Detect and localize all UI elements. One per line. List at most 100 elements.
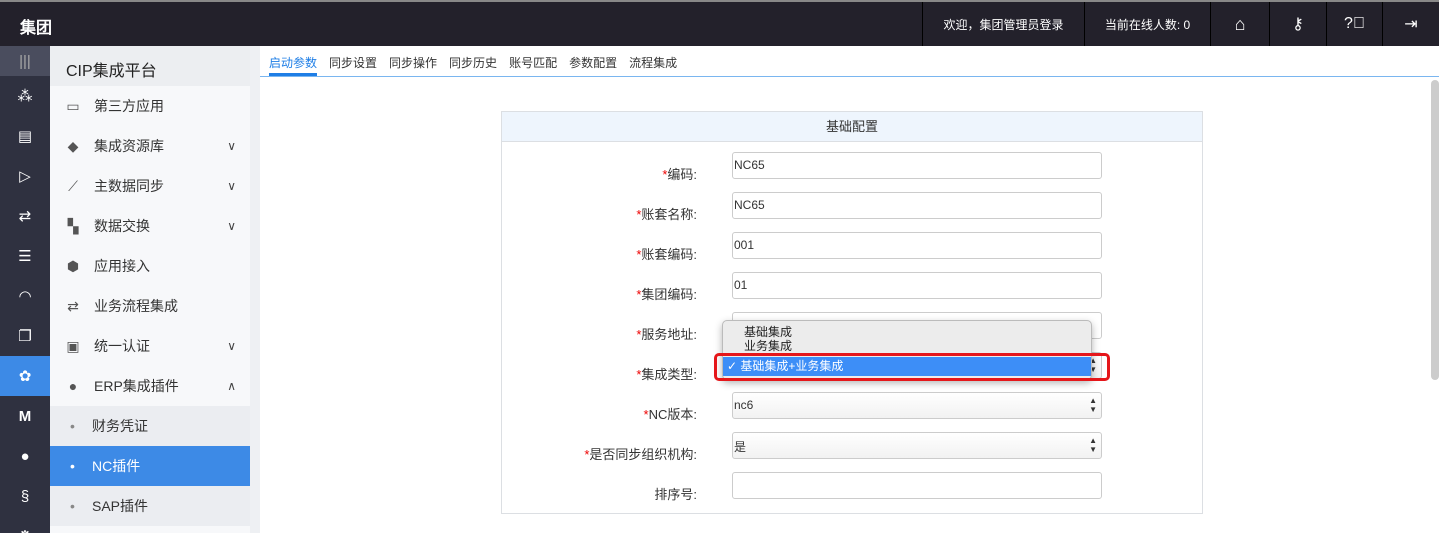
field-label: *账套名称: (636, 204, 697, 223)
panel-title: 基础配置 (502, 112, 1202, 142)
field-label: *服务地址: (636, 324, 697, 343)
submenu-label: NC插件 (92, 458, 141, 474)
chevron-icon[interactable]: ∧ (227, 379, 236, 393)
menu-item[interactable]: ⇄ 业务流程集成 (50, 286, 250, 326)
label-text: NC版本: (648, 407, 697, 422)
home-icon[interactable]: ⌂ (1210, 2, 1269, 46)
menu-item[interactable]: ▣ 统一认证 ∨ (50, 326, 250, 366)
label-text: 集团编码: (641, 287, 697, 302)
field-label: *是否同步组织机构: (584, 444, 697, 463)
menu-item-label: 数据交换 (94, 218, 150, 234)
tab[interactable]: 同步设置 (329, 46, 377, 76)
dropdown-option[interactable]: 基础集成 (723, 325, 1091, 339)
wechat-icon[interactable]: ● (0, 436, 50, 476)
menu-item-label: 统一认证 (94, 338, 150, 354)
scrollbar[interactable] (1431, 80, 1439, 380)
select-arrows-icon: ▲ ▼ (1089, 436, 1097, 454)
field-value: 是 (734, 440, 747, 454)
text-input[interactable]: 001 (732, 232, 1102, 259)
bullet-icon: • (70, 498, 75, 514)
line-chart-icon: ⟋ (68, 177, 78, 194)
document-icon[interactable]: ❐ (0, 316, 50, 356)
field-label: *集团编码: (636, 284, 697, 303)
form-row: *账套名称: NC65 (502, 192, 1202, 232)
tab[interactable]: 账号匹配 (509, 46, 557, 76)
tab[interactable]: 同步操作 (389, 46, 437, 76)
tab[interactable]: 启动参数 (269, 46, 318, 76)
select-arrows-icon: ▲ ▼ (1089, 396, 1097, 414)
s-logo-icon[interactable]: § (0, 476, 50, 516)
exchange-icon: ▚ (67, 217, 79, 234)
org-tree-icon[interactable]: ⁂ (0, 76, 50, 116)
submenu-item[interactable]: • SAP插件 (50, 486, 250, 526)
menu-item[interactable]: ▭ 第三方应用 (50, 86, 250, 126)
flow-icon[interactable]: ⇄ (0, 196, 50, 236)
label-text: 账套编码: (641, 247, 697, 262)
chevron-icon[interactable]: ∨ (227, 179, 236, 193)
text-input[interactable]: NC65 (732, 192, 1102, 219)
text-input[interactable] (732, 472, 1102, 499)
label-text: 是否同步组织机构: (589, 447, 697, 462)
form-row: *账套编码: 001 (502, 232, 1202, 272)
tab[interactable]: 流程集成 (629, 46, 677, 76)
menu-item[interactable]: ▚ 数据交换 ∨ (50, 206, 250, 246)
field-value: NC65 (734, 198, 765, 212)
tab[interactable]: 参数配置 (569, 46, 617, 76)
field-value: 01 (734, 278, 748, 292)
dashboard-icon[interactable]: ◠ (0, 276, 50, 316)
bullet-icon: • (70, 458, 75, 474)
bullet-icon: • (70, 418, 75, 434)
field-value: nc6 (734, 398, 754, 412)
dropdown-option[interactable]: 业务集成 (723, 339, 1091, 353)
menu-item[interactable]: ⬢ 应用接入 (50, 246, 250, 286)
form-row: *NC版本: nc6 ▲ ▼ (502, 392, 1202, 432)
menu-item-label: 第三方应用 (94, 98, 164, 114)
label-text: 账套名称: (641, 207, 697, 222)
field-label: *编码: (662, 164, 697, 183)
settings-panel-icon[interactable]: ▤ (0, 116, 50, 156)
chevron-icon[interactable]: ∨ (227, 339, 236, 353)
send-icon[interactable]: ▷ (0, 156, 50, 196)
form-row: *编码: NC65 (502, 152, 1202, 192)
text-input[interactable]: 01 (732, 272, 1102, 299)
submenu-item[interactable]: • NC插件 (50, 446, 250, 486)
menu-item[interactable]: ⟋ 主数据同步 ∨ (50, 166, 250, 206)
highlight-box (714, 353, 1110, 381)
menu-item-label: 业务流程集成 (94, 298, 178, 314)
label-text: 编码: (667, 167, 697, 182)
chevron-icon[interactable]: ∨ (227, 139, 236, 153)
side-menu: CIP集成平台 ▭ 第三方应用 ◆ 集成资源库 ∨ ⟋ 主数据同步 ∨ ▚ 数据交换 ∨ ⬢ 应用接入 ⇄… (50, 46, 250, 533)
field-value: NC65 (734, 158, 765, 172)
menu-item[interactable]: ◆ 集成资源库 ∨ (50, 126, 250, 166)
menu-title: CIP集成平台 (50, 46, 250, 86)
flow-icon: ⇄ (67, 297, 79, 314)
text-input[interactable]: NC65 (732, 152, 1102, 179)
tab[interactable]: 同步历史 (449, 46, 497, 76)
icon-rail: ||| ⁂ ▤ ▷ ⇄ ☰ ◠ ❐ ✿ M ● § ⚙ (0, 46, 50, 545)
cube-icon: ⬢ (66, 257, 80, 274)
chevron-icon[interactable]: ∨ (227, 219, 236, 233)
m-icon[interactable]: M (0, 396, 50, 436)
menu-icon[interactable]: ||| (0, 46, 50, 76)
gear-icon[interactable]: ⚙ (0, 516, 50, 556)
brand: 集团 (20, 20, 53, 37)
basic-config-panel: 基础配置 *编码: NC65 *账套名称: NC65 *账套编码: 001 *集团编码… (501, 111, 1203, 514)
submenu-label: SAP插件 (92, 498, 149, 514)
select-field[interactable]: nc6 ▲ ▼ (732, 392, 1102, 419)
label-text: 服务地址: (641, 327, 697, 342)
select-field[interactable]: 是 ▲ ▼ (732, 432, 1102, 459)
field-label: 排序号: (654, 484, 697, 503)
top-bar: 集团 欢迎，集团管理员登录 当前在线人数: 0 ⌂ ⚷ ?⃝ ⇥ (0, 0, 1439, 46)
welcome-text: 欢迎，集团管理员登录 (922, 2, 1084, 46)
help-icon[interactable]: ?⃝ (1326, 2, 1382, 46)
form-row: *是否同步组织机构: 是 ▲ ▼ (502, 432, 1202, 472)
submenu-item[interactable]: • 财务凭证 (50, 406, 250, 446)
menu-item[interactable]: ● ERP集成插件 ∧ (50, 366, 250, 406)
key-icon[interactable]: ⚷ (1269, 2, 1326, 46)
monitor-icon: ▭ (66, 97, 80, 114)
plugin-icon[interactable]: ✿ (0, 356, 50, 396)
logout-icon[interactable]: ⇥ (1382, 2, 1439, 46)
form-row: *集团编码: 01 (502, 272, 1202, 312)
database-icon[interactable]: ☰ (0, 236, 50, 276)
menu-item-label: 应用接入 (94, 258, 150, 274)
